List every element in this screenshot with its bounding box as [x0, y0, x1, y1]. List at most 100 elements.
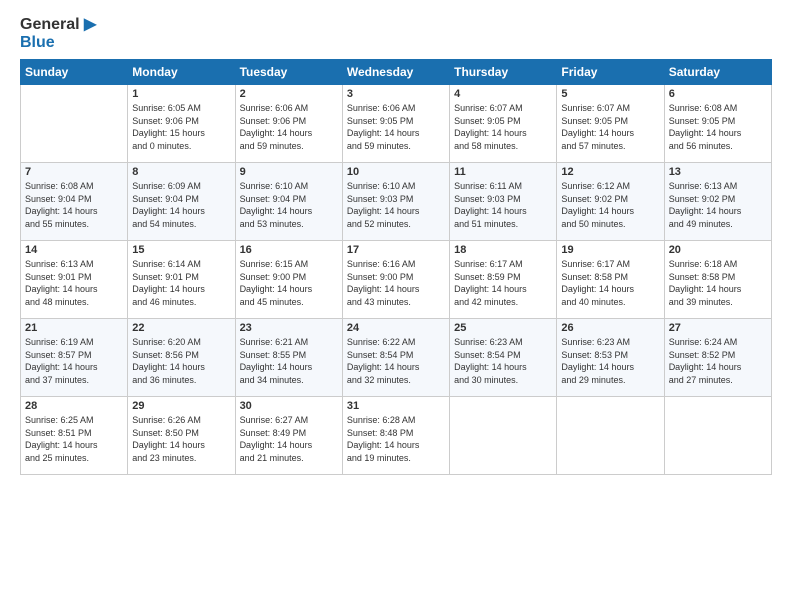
day-info: Sunrise: 6:10 AM Sunset: 9:03 PM Dayligh… — [347, 180, 445, 230]
week-row: 28 Sunrise: 6:25 AM Sunset: 8:51 PM Dayli… — [21, 397, 772, 475]
header-day: Tuesday — [235, 60, 342, 85]
day-number: 5 — [561, 88, 659, 100]
day-number: 14 — [25, 244, 123, 256]
day-number: 10 — [347, 166, 445, 178]
calendar-cell: 29 Sunrise: 6:26 AM Sunset: 8:50 PM Dayli… — [128, 397, 235, 475]
day-info: Sunrise: 6:12 AM Sunset: 9:02 PM Dayligh… — [561, 180, 659, 230]
day-number: 26 — [561, 322, 659, 334]
day-number: 27 — [669, 322, 767, 334]
calendar-cell: 13Sunrise: 6:13 AM Sunset: 9:02 PM Dayli… — [664, 163, 771, 241]
day-info: Sunrise: 6:06 AM Sunset: 9:06 PM Dayligh… — [240, 102, 338, 152]
day-number: 11 — [454, 166, 552, 178]
day-number: 6 — [669, 88, 767, 100]
day-number: 7 — [25, 166, 123, 178]
day-number: 13 — [669, 166, 767, 178]
day-info: Sunrise: 6:11 AM Sunset: 9:03 PM Dayligh… — [454, 180, 552, 230]
day-info: Sunrise: 6:08 AM Sunset: 9:05 PM Dayligh… — [669, 102, 767, 152]
day-info: Sunrise: 6:13 AM Sunset: 9:01 PM Dayligh… — [25, 258, 123, 308]
calendar-cell — [664, 397, 771, 475]
day-info: Sunrise: 6:06 AM Sunset: 9:05 PM Dayligh… — [347, 102, 445, 152]
calendar-cell: 6 Sunrise: 6:08 AM Sunset: 9:05 PM Daylig… — [664, 85, 771, 163]
header-day: Thursday — [450, 60, 557, 85]
day-info: Sunrise: 6:17 AM Sunset: 8:59 PM Dayligh… — [454, 258, 552, 308]
calendar-table: SundayMondayTuesdayWednesdayThursdayFrid… — [20, 59, 772, 475]
day-info: Sunrise: 6:20 AM Sunset: 8:56 PM Dayligh… — [132, 336, 230, 386]
calendar-cell: 26 Sunrise: 6:23 AM Sunset: 8:53 PM Dayli… — [557, 319, 664, 397]
day-number: 22 — [132, 322, 230, 334]
day-number: 3 — [347, 88, 445, 100]
day-info: Sunrise: 6:10 AM Sunset: 9:04 PM Dayligh… — [240, 180, 338, 230]
calendar-cell: 3 Sunrise: 6:06 AM Sunset: 9:05 PM Daylig… — [342, 85, 449, 163]
day-number: 17 — [347, 244, 445, 256]
day-info: Sunrise: 6:07 AM Sunset: 9:05 PM Dayligh… — [454, 102, 552, 152]
day-info: Sunrise: 6:08 AM Sunset: 9:04 PM Dayligh… — [25, 180, 123, 230]
day-info: Sunrise: 6:27 AM Sunset: 8:49 PM Dayligh… — [240, 414, 338, 464]
day-info: Sunrise: 6:17 AM Sunset: 8:58 PM Dayligh… — [561, 258, 659, 308]
calendar-cell: 25Sunrise: 6:23 AM Sunset: 8:54 PM Dayli… — [450, 319, 557, 397]
header: General ▶ Blue — [20, 16, 772, 51]
calendar-cell — [450, 397, 557, 475]
day-info: Sunrise: 6:19 AM Sunset: 8:57 PM Dayligh… — [25, 336, 123, 386]
day-number: 18 — [454, 244, 552, 256]
calendar-cell: 9Sunrise: 6:10 AM Sunset: 9:04 PM Daylig… — [235, 163, 342, 241]
calendar-cell: 18 Sunrise: 6:17 AM Sunset: 8:59 PM Dayli… — [450, 241, 557, 319]
week-row: 14 Sunrise: 6:13 AM Sunset: 9:01 PM Dayli… — [21, 241, 772, 319]
day-number: 21 — [25, 322, 123, 334]
day-info: Sunrise: 6:25 AM Sunset: 8:51 PM Dayligh… — [25, 414, 123, 464]
calendar-cell — [557, 397, 664, 475]
day-info: Sunrise: 6:16 AM Sunset: 9:00 PM Dayligh… — [347, 258, 445, 308]
day-info: Sunrise: 6:26 AM Sunset: 8:50 PM Dayligh… — [132, 414, 230, 464]
day-number: 24 — [347, 322, 445, 334]
day-number: 2 — [240, 88, 338, 100]
day-info: Sunrise: 6:23 AM Sunset: 8:54 PM Dayligh… — [454, 336, 552, 386]
calendar-cell: 12 Sunrise: 6:12 AM Sunset: 9:02 PM Dayli… — [557, 163, 664, 241]
day-number: 1 — [132, 88, 230, 100]
day-number: 28 — [25, 400, 123, 412]
day-info: Sunrise: 6:24 AM Sunset: 8:52 PM Dayligh… — [669, 336, 767, 386]
calendar-cell: 20 Sunrise: 6:18 AM Sunset: 8:58 PM Dayli… — [664, 241, 771, 319]
calendar-cell: 31 Sunrise: 6:28 AM Sunset: 8:48 PM Dayli… — [342, 397, 449, 475]
calendar-cell: 30Sunrise: 6:27 AM Sunset: 8:49 PM Dayli… — [235, 397, 342, 475]
day-info: Sunrise: 6:28 AM Sunset: 8:48 PM Dayligh… — [347, 414, 445, 464]
week-row: 7 Sunrise: 6:08 AM Sunset: 9:04 PM Daylig… — [21, 163, 772, 241]
day-info: Sunrise: 6:09 AM Sunset: 9:04 PM Dayligh… — [132, 180, 230, 230]
header-day: Wednesday — [342, 60, 449, 85]
day-number: 15 — [132, 244, 230, 256]
page: General ▶ Blue SundayMondayTuesdayWednes… — [0, 0, 792, 612]
calendar-cell: 2 Sunrise: 6:06 AM Sunset: 9:06 PM Daylig… — [235, 85, 342, 163]
day-info: Sunrise: 6:23 AM Sunset: 8:53 PM Dayligh… — [561, 336, 659, 386]
calendar-cell: 19 Sunrise: 6:17 AM Sunset: 8:58 PM Dayli… — [557, 241, 664, 319]
logo-text: General ▶ Blue — [20, 16, 96, 51]
calendar-cell: 23 Sunrise: 6:21 AM Sunset: 8:55 PM Dayli… — [235, 319, 342, 397]
calendar-cell: 24 Sunrise: 6:22 AM Sunset: 8:54 PM Dayli… — [342, 319, 449, 397]
calendar-cell: 22 Sunrise: 6:20 AM Sunset: 8:56 PM Dayli… — [128, 319, 235, 397]
calendar-cell: 11 Sunrise: 6:11 AM Sunset: 9:03 PM Dayli… — [450, 163, 557, 241]
day-number: 29 — [132, 400, 230, 412]
calendar-cell: 8 Sunrise: 6:09 AM Sunset: 9:04 PM Daylig… — [128, 163, 235, 241]
calendar-cell: 17 Sunrise: 6:16 AM Sunset: 9:00 PM Dayli… — [342, 241, 449, 319]
day-number: 23 — [240, 322, 338, 334]
day-info: Sunrise: 6:14 AM Sunset: 9:01 PM Dayligh… — [132, 258, 230, 308]
day-number: 31 — [347, 400, 445, 412]
calendar-cell: 1Sunrise: 6:05 AM Sunset: 9:06 PM Daylig… — [128, 85, 235, 163]
calendar-cell: 16 Sunrise: 6:15 AM Sunset: 9:00 PM Dayli… — [235, 241, 342, 319]
day-info: Sunrise: 6:21 AM Sunset: 8:55 PM Dayligh… — [240, 336, 338, 386]
logo: General ▶ Blue — [20, 16, 96, 51]
day-number: 8 — [132, 166, 230, 178]
calendar-cell: 10 Sunrise: 6:10 AM Sunset: 9:03 PM Dayli… — [342, 163, 449, 241]
day-info: Sunrise: 6:22 AM Sunset: 8:54 PM Dayligh… — [347, 336, 445, 386]
week-row: 1Sunrise: 6:05 AM Sunset: 9:06 PM Daylig… — [21, 85, 772, 163]
day-number: 20 — [669, 244, 767, 256]
day-number: 12 — [561, 166, 659, 178]
day-info: Sunrise: 6:07 AM Sunset: 9:05 PM Dayligh… — [561, 102, 659, 152]
day-info: Sunrise: 6:15 AM Sunset: 9:00 PM Dayligh… — [240, 258, 338, 308]
header-row: SundayMondayTuesdayWednesdayThursdayFrid… — [21, 60, 772, 85]
calendar-cell: 14 Sunrise: 6:13 AM Sunset: 9:01 PM Dayli… — [21, 241, 128, 319]
header-day: Saturday — [664, 60, 771, 85]
header-day: Monday — [128, 60, 235, 85]
calendar-cell: 21 Sunrise: 6:19 AM Sunset: 8:57 PM Dayli… — [21, 319, 128, 397]
day-number: 16 — [240, 244, 338, 256]
header-day: Friday — [557, 60, 664, 85]
day-info: Sunrise: 6:18 AM Sunset: 8:58 PM Dayligh… — [669, 258, 767, 308]
day-number: 19 — [561, 244, 659, 256]
